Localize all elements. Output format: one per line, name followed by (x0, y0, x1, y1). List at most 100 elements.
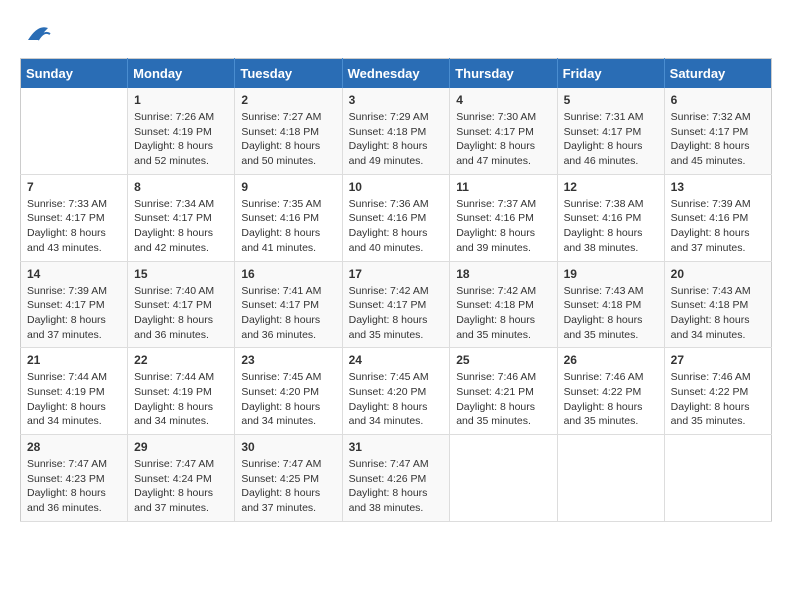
sunrise: Sunrise: 7:39 AM (27, 285, 107, 297)
sunrise: Sunrise: 7:34 AM (134, 198, 214, 210)
calendar-cell: 19 Sunrise: 7:43 AM Sunset: 4:18 PM Dayl… (557, 261, 664, 348)
day-number: 11 (456, 180, 550, 194)
sunrise: Sunrise: 7:44 AM (27, 371, 107, 383)
sunset: Sunset: 4:16 PM (564, 212, 642, 224)
sunrise: Sunrise: 7:42 AM (456, 285, 536, 297)
day-number: 21 (27, 353, 121, 367)
sunset: Sunset: 4:17 PM (456, 126, 534, 138)
calendar-cell: 10 Sunrise: 7:36 AM Sunset: 4:16 PM Dayl… (342, 174, 450, 261)
sunrise: Sunrise: 7:39 AM (671, 198, 751, 210)
day-detail: Sunrise: 7:45 AM Sunset: 4:20 PM Dayligh… (241, 370, 335, 429)
sunset: Sunset: 4:17 PM (349, 299, 427, 311)
calendar-cell: 23 Sunrise: 7:45 AM Sunset: 4:20 PM Dayl… (235, 348, 342, 435)
day-number: 1 (134, 93, 228, 107)
sunset: Sunset: 4:19 PM (134, 386, 212, 398)
calendar-cell: 13 Sunrise: 7:39 AM Sunset: 4:16 PM Dayl… (664, 174, 771, 261)
day-number: 6 (671, 93, 765, 107)
day-detail: Sunrise: 7:41 AM Sunset: 4:17 PM Dayligh… (241, 284, 335, 343)
day-number: 22 (134, 353, 228, 367)
day-number: 15 (134, 267, 228, 281)
day-detail: Sunrise: 7:40 AM Sunset: 4:17 PM Dayligh… (134, 284, 228, 343)
sunrise: Sunrise: 7:47 AM (27, 458, 107, 470)
sunset: Sunset: 4:22 PM (564, 386, 642, 398)
daylight: Daylight: 8 hours and 35 minutes. (349, 314, 428, 341)
col-header-saturday: Saturday (664, 59, 771, 89)
day-detail: Sunrise: 7:46 AM Sunset: 4:22 PM Dayligh… (564, 370, 658, 429)
day-detail: Sunrise: 7:42 AM Sunset: 4:18 PM Dayligh… (456, 284, 550, 343)
sunset: Sunset: 4:16 PM (456, 212, 534, 224)
calendar-cell: 2 Sunrise: 7:27 AM Sunset: 4:18 PM Dayli… (235, 88, 342, 174)
day-number: 19 (564, 267, 658, 281)
calendar-cell: 28 Sunrise: 7:47 AM Sunset: 4:23 PM Dayl… (21, 435, 128, 522)
daylight: Daylight: 8 hours and 50 minutes. (241, 140, 320, 167)
daylight: Daylight: 8 hours and 42 minutes. (134, 227, 213, 254)
sunrise: Sunrise: 7:29 AM (349, 111, 429, 123)
daylight: Daylight: 8 hours and 34 minutes. (349, 401, 428, 428)
sunset: Sunset: 4:18 PM (456, 299, 534, 311)
logo-icon (24, 20, 52, 48)
day-number: 29 (134, 440, 228, 454)
day-detail: Sunrise: 7:44 AM Sunset: 4:19 PM Dayligh… (27, 370, 121, 429)
calendar-cell: 8 Sunrise: 7:34 AM Sunset: 4:17 PM Dayli… (128, 174, 235, 261)
day-number: 7 (27, 180, 121, 194)
sunrise: Sunrise: 7:38 AM (564, 198, 644, 210)
col-header-thursday: Thursday (450, 59, 557, 89)
sunrise: Sunrise: 7:44 AM (134, 371, 214, 383)
calendar-cell: 26 Sunrise: 7:46 AM Sunset: 4:22 PM Dayl… (557, 348, 664, 435)
sunset: Sunset: 4:25 PM (241, 473, 319, 485)
day-detail: Sunrise: 7:30 AM Sunset: 4:17 PM Dayligh… (456, 110, 550, 169)
day-detail: Sunrise: 7:47 AM Sunset: 4:26 PM Dayligh… (349, 457, 444, 516)
sunrise: Sunrise: 7:35 AM (241, 198, 321, 210)
sunset: Sunset: 4:16 PM (671, 212, 749, 224)
calendar-cell: 22 Sunrise: 7:44 AM Sunset: 4:19 PM Dayl… (128, 348, 235, 435)
sunset: Sunset: 4:19 PM (134, 126, 212, 138)
calendar-cell: 30 Sunrise: 7:47 AM Sunset: 4:25 PM Dayl… (235, 435, 342, 522)
day-detail: Sunrise: 7:43 AM Sunset: 4:18 PM Dayligh… (564, 284, 658, 343)
sunset: Sunset: 4:17 PM (134, 212, 212, 224)
calendar-cell: 3 Sunrise: 7:29 AM Sunset: 4:18 PM Dayli… (342, 88, 450, 174)
daylight: Daylight: 8 hours and 52 minutes. (134, 140, 213, 167)
sunset: Sunset: 4:16 PM (241, 212, 319, 224)
daylight: Daylight: 8 hours and 45 minutes. (671, 140, 750, 167)
sunrise: Sunrise: 7:26 AM (134, 111, 214, 123)
daylight: Daylight: 8 hours and 35 minutes. (671, 401, 750, 428)
day-number: 14 (27, 267, 121, 281)
calendar-header-row: SundayMondayTuesdayWednesdayThursdayFrid… (21, 59, 772, 89)
sunrise: Sunrise: 7:45 AM (241, 371, 321, 383)
day-number: 26 (564, 353, 658, 367)
day-detail: Sunrise: 7:37 AM Sunset: 4:16 PM Dayligh… (456, 197, 550, 256)
sunset: Sunset: 4:17 PM (241, 299, 319, 311)
sunset: Sunset: 4:17 PM (27, 212, 105, 224)
daylight: Daylight: 8 hours and 47 minutes. (456, 140, 535, 167)
calendar-cell: 18 Sunrise: 7:42 AM Sunset: 4:18 PM Dayl… (450, 261, 557, 348)
sunrise: Sunrise: 7:36 AM (349, 198, 429, 210)
calendar-cell: 7 Sunrise: 7:33 AM Sunset: 4:17 PM Dayli… (21, 174, 128, 261)
daylight: Daylight: 8 hours and 37 minutes. (241, 487, 320, 514)
daylight: Daylight: 8 hours and 43 minutes. (27, 227, 106, 254)
sunrise: Sunrise: 7:33 AM (27, 198, 107, 210)
calendar-cell: 17 Sunrise: 7:42 AM Sunset: 4:17 PM Dayl… (342, 261, 450, 348)
day-number: 24 (349, 353, 444, 367)
calendar-cell: 14 Sunrise: 7:39 AM Sunset: 4:17 PM Dayl… (21, 261, 128, 348)
calendar-cell: 4 Sunrise: 7:30 AM Sunset: 4:17 PM Dayli… (450, 88, 557, 174)
sunset: Sunset: 4:16 PM (349, 212, 427, 224)
calendar-cell: 15 Sunrise: 7:40 AM Sunset: 4:17 PM Dayl… (128, 261, 235, 348)
day-detail: Sunrise: 7:38 AM Sunset: 4:16 PM Dayligh… (564, 197, 658, 256)
sunrise: Sunrise: 7:30 AM (456, 111, 536, 123)
sunset: Sunset: 4:20 PM (241, 386, 319, 398)
day-number: 27 (671, 353, 765, 367)
daylight: Daylight: 8 hours and 35 minutes. (456, 401, 535, 428)
sunset: Sunset: 4:18 PM (241, 126, 319, 138)
sunrise: Sunrise: 7:42 AM (349, 285, 429, 297)
calendar-week-5: 28 Sunrise: 7:47 AM Sunset: 4:23 PM Dayl… (21, 435, 772, 522)
sunset: Sunset: 4:22 PM (671, 386, 749, 398)
day-number: 3 (349, 93, 444, 107)
daylight: Daylight: 8 hours and 38 minutes. (349, 487, 428, 514)
page-header (20, 20, 772, 48)
day-number: 28 (27, 440, 121, 454)
calendar-cell: 31 Sunrise: 7:47 AM Sunset: 4:26 PM Dayl… (342, 435, 450, 522)
daylight: Daylight: 8 hours and 35 minutes. (564, 401, 643, 428)
calendar-cell (450, 435, 557, 522)
daylight: Daylight: 8 hours and 36 minutes. (27, 487, 106, 514)
calendar-week-4: 21 Sunrise: 7:44 AM Sunset: 4:19 PM Dayl… (21, 348, 772, 435)
